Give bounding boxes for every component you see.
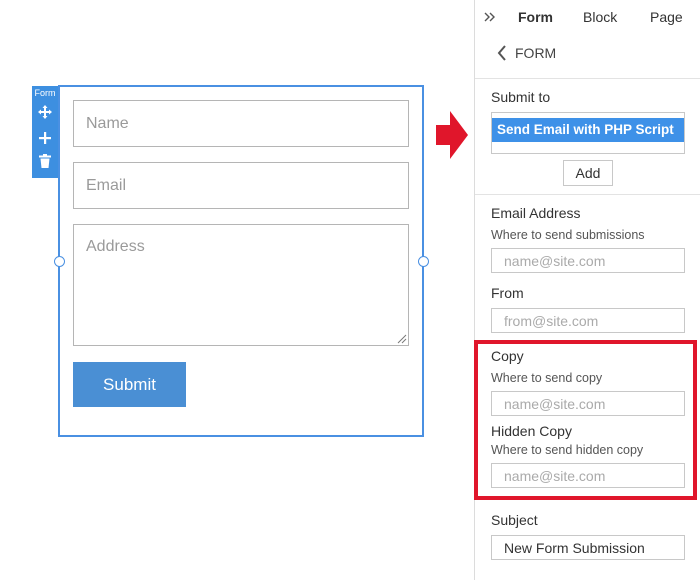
resize-handle-left[interactable] xyxy=(54,256,65,267)
back-to-form-link[interactable]: FORM xyxy=(497,44,556,62)
copy-label: Copy xyxy=(491,348,524,364)
tab-block[interactable]: Block xyxy=(583,9,617,25)
textarea-resize-grip-icon[interactable] xyxy=(397,334,407,344)
panel-tabs: Form Block Page xyxy=(475,0,700,34)
double-chevron-right-icon[interactable] xyxy=(483,10,497,24)
email-address-label: Email Address xyxy=(491,205,581,221)
back-label: FORM xyxy=(515,45,557,61)
toolbar-label: Form xyxy=(34,88,56,98)
add-submit-action-button[interactable]: Add xyxy=(563,160,613,186)
submit-to-option-selected[interactable]: Send Email with PHP Script xyxy=(492,118,684,142)
properties-panel: Form Block Page FORM Submit to Send Emai… xyxy=(474,0,700,580)
chevron-left-icon xyxy=(497,45,506,61)
email-address-input[interactable] xyxy=(491,248,685,273)
tab-page[interactable]: Page xyxy=(650,9,683,25)
copy-hint: Where to send copy xyxy=(491,371,603,385)
copy-input[interactable] xyxy=(491,391,685,416)
submit-button[interactable]: Submit xyxy=(73,362,186,407)
submit-to-list[interactable]: Send Email with PHP Script xyxy=(491,112,685,154)
tab-form[interactable]: Form xyxy=(518,9,553,25)
plus-icon[interactable] xyxy=(32,125,58,151)
from-input[interactable] xyxy=(491,308,685,333)
form-toolbar: Form xyxy=(32,86,58,178)
address-field[interactable] xyxy=(73,224,409,346)
email-field[interactable] xyxy=(73,162,409,209)
hidden-copy-hint: Where to send hidden copy xyxy=(491,443,644,457)
email-address-hint: Where to send submissions xyxy=(491,228,645,242)
divider xyxy=(475,194,700,195)
from-label: From xyxy=(491,285,524,301)
name-field[interactable] xyxy=(73,100,409,147)
hidden-copy-input[interactable] xyxy=(491,463,685,488)
move-icon[interactable] xyxy=(32,99,58,125)
hidden-copy-label: Hidden Copy xyxy=(491,423,572,439)
divider xyxy=(475,78,700,79)
subject-input[interactable] xyxy=(491,535,685,560)
subject-label: Subject xyxy=(491,512,538,528)
trash-icon[interactable] xyxy=(32,151,58,171)
submit-to-label: Submit to xyxy=(491,89,551,105)
red-arrow-icon xyxy=(436,111,468,159)
resize-handle-right[interactable] xyxy=(418,256,429,267)
